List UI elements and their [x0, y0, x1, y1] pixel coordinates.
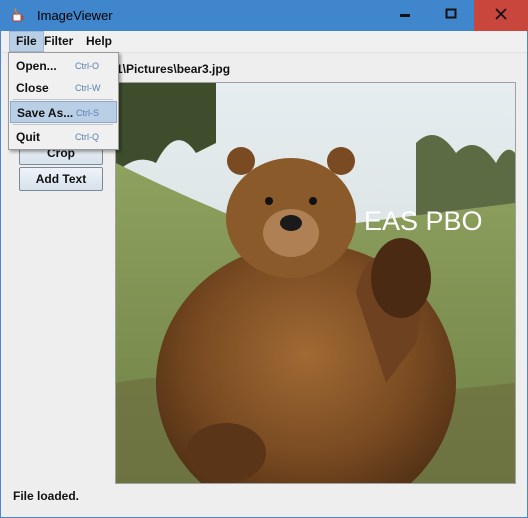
image-overlay-text: EAS PBO: [364, 206, 483, 236]
minimize-icon: [399, 7, 411, 25]
menu-item-shortcut: Ctrl-Q: [75, 132, 99, 142]
menu-item-shortcut: Ctrl-S: [76, 108, 99, 118]
menu-item-quit[interactable]: Quit Ctrl-Q: [10, 126, 117, 148]
close-window-button[interactable]: [474, 0, 528, 31]
bear-photo: [116, 83, 515, 483]
file-path-label: 1\Pictures\bear3.jpg: [116, 62, 231, 76]
menu-help[interactable]: Help: [80, 31, 118, 52]
menu-bar: File Filter Help: [1, 31, 527, 53]
file-menu-dropdown: Open... Ctrl-O Close Ctrl-W Save As... C…: [8, 52, 119, 150]
status-label: File loaded.: [13, 489, 80, 503]
add-text-button[interactable]: Add Text: [19, 167, 103, 191]
menu-item-label: Close: [16, 81, 49, 95]
window-title: ImageViewer: [37, 8, 113, 23]
menu-item-save-as[interactable]: Save As... Ctrl-S: [10, 101, 117, 123]
menu-separator: [13, 124, 113, 125]
menu-filter[interactable]: Filter: [38, 31, 79, 52]
menu-item-shortcut: Ctrl-W: [75, 83, 101, 93]
title-bar[interactable]: ImageViewer: [0, 0, 528, 31]
menu-item-shortcut: Ctrl-O: [75, 61, 99, 71]
java-cup-icon: [10, 7, 26, 23]
close-icon: [495, 7, 507, 25]
maximize-icon: [445, 7, 457, 25]
menu-item-close[interactable]: Close Ctrl-W: [10, 77, 117, 99]
menu-item-open[interactable]: Open... Ctrl-O: [10, 55, 117, 77]
menu-separator: [13, 99, 113, 100]
menu-item-label: Quit: [16, 130, 40, 144]
image-panel[interactable]: EAS PBO: [115, 82, 516, 484]
minimize-button[interactable]: [382, 0, 428, 31]
app-window: ImageViewer File Filter Help 1\Pictures\…: [0, 0, 528, 518]
menu-item-label: Open...: [16, 59, 57, 73]
maximize-button[interactable]: [428, 0, 474, 31]
menu-item-label: Save As...: [17, 106, 74, 120]
